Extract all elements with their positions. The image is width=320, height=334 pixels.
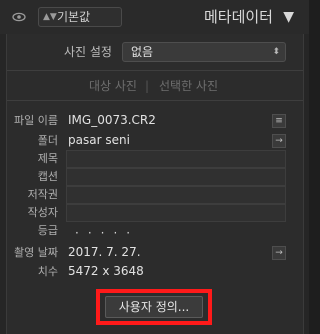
rating-label: 등급 [37,224,58,237]
rating-stars[interactable]: ····· [75,227,139,239]
preset-select[interactable]: ▲▼ 기본값 [38,7,122,27]
highlight-annotation [96,289,212,325]
arrow-right-icon[interactable]: → [272,246,286,260]
tab-target-photo[interactable]: 대상 사진 [89,79,137,94]
divider [7,70,303,71]
folder-value: pasar seni [68,133,130,147]
filename-label: 파일 이름 [14,114,58,127]
list-icon[interactable]: ≡ [272,114,286,128]
chevron-updown-icon: ⬍ [272,47,280,57]
divider [7,100,303,101]
tab-separator: | [145,79,150,93]
copyright-label: 저작권 [27,188,58,201]
photo-setting-select[interactable]: 없음 ⬍ [122,42,286,62]
folder-label: 폴더 [37,134,58,147]
photo-setting-label: 사진 설정 [64,45,112,59]
dimensions-label: 치수 [37,265,58,278]
creator-label: 작성자 [27,206,58,219]
photo-setting-value: 없음 [131,45,154,59]
arrow-right-icon[interactable]: → [272,134,286,148]
filename-value[interactable]: IMG_0073.CR2 [68,113,156,128]
caption-field[interactable] [66,168,286,186]
capture-date-value: 2017. 7. 27. [68,245,141,259]
caption-label: 캡션 [37,170,58,183]
panel-header: ▲▼ 기본값 메타데이터 ▼ [0,0,309,34]
panel-title: 메타데이터 [203,8,273,26]
capture-date-label: 촬영 날짜 [14,246,58,259]
title-label: 제목 [37,152,58,165]
eye-icon[interactable] [12,10,26,24]
tab-selected-photos[interactable]: 선택한 사진 [159,79,218,94]
collapse-triangle-icon[interactable]: ▼ [283,8,294,26]
preset-label: 기본값 [57,10,91,24]
creator-field[interactable] [66,204,286,222]
dimensions-value: 5472 x 3648 [68,264,144,278]
title-field[interactable] [66,150,286,168]
metadata-panel: ▲▼ 기본값 메타데이터 ▼ 사진 설정 없음 ⬍ 대상 사진 | 선택한 사진… [0,0,309,334]
chevron-updown-icon: ▲▼ [43,12,57,22]
copyright-field[interactable] [66,186,286,204]
target-photo-tabs: 대상 사진 | 선택한 사진 [7,73,303,99]
